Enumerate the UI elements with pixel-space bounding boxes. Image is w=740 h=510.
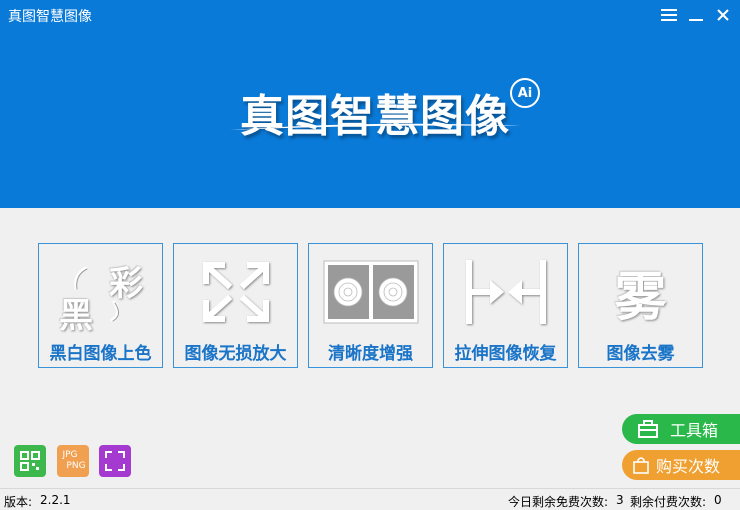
version-value: 2.2.1 bbox=[40, 493, 71, 507]
format-png-text: PNG bbox=[66, 461, 86, 471]
close-button[interactable] bbox=[710, 3, 736, 27]
version-label: 版本: bbox=[4, 495, 33, 509]
bag-icon bbox=[633, 457, 649, 474]
stretch-arrows-icon bbox=[444, 252, 567, 332]
buy-credits-button[interactable]: 购买次数 bbox=[622, 450, 740, 480]
paid-count-value: 0 bbox=[714, 493, 722, 507]
minimize-icon bbox=[689, 19, 703, 21]
status-bar: 版本: 2.2.1 今日剩余免费次数: 3 剩余付费次数: 0 bbox=[0, 488, 740, 510]
rose-compare-icon bbox=[309, 252, 432, 332]
feature-upscale-button[interactable]: 图像无损放大 bbox=[173, 243, 298, 368]
fog-icon: 雾 bbox=[579, 252, 702, 332]
fog-glyph: 雾 bbox=[614, 267, 667, 328]
format-jpg-text: JPG bbox=[62, 450, 78, 460]
qr-code-button[interactable] bbox=[14, 445, 46, 477]
colorize-glyph-a: 彩 bbox=[109, 264, 143, 304]
colorize-icon: 彩 黑 bbox=[39, 252, 162, 336]
toolbox-label: 工具箱 bbox=[670, 421, 719, 440]
crop-button[interactable] bbox=[99, 445, 131, 477]
toolbox-icon bbox=[638, 420, 658, 438]
free-count-label: 今日剩余免费次数: bbox=[508, 495, 609, 509]
app-logo: 真图智慧图像 Ai bbox=[228, 74, 548, 142]
feature-colorize-button[interactable]: 彩 黑 黑白图像上色 bbox=[38, 243, 163, 368]
header-banner: 真图智慧图像 真图智慧图像 Ai bbox=[0, 0, 740, 208]
format-convert-button[interactable]: JPG PNG bbox=[57, 445, 89, 477]
logo-text: 真图智慧图像 bbox=[240, 91, 510, 142]
feature-label: 图像无损放大 bbox=[184, 344, 287, 364]
toolbox-button[interactable]: 工具箱 bbox=[622, 414, 740, 444]
free-count-value: 3 bbox=[616, 493, 624, 507]
logo-ai-badge: Ai bbox=[510, 78, 540, 108]
feature-label: 黑白图像上色 bbox=[49, 344, 152, 364]
feature-label: 清晰度增强 bbox=[328, 344, 413, 364]
feature-label: 拉伸图像恢复 bbox=[454, 344, 557, 364]
feature-sharpen-button[interactable]: 清晰度增强 bbox=[308, 243, 433, 368]
feature-dehaze-button[interactable]: 雾 图像去雾 bbox=[578, 243, 703, 368]
close-icon bbox=[717, 9, 729, 21]
paid-count-label: 剩余付费次数: bbox=[630, 495, 707, 509]
format-convert-icon: JPG PNG bbox=[60, 450, 85, 472]
feature-label: 图像去雾 bbox=[606, 344, 675, 364]
feature-stretch-restore-button[interactable]: 拉伸图像恢复 bbox=[443, 243, 568, 368]
expand-arrows-icon bbox=[174, 252, 297, 332]
crop-icon bbox=[105, 451, 125, 471]
qr-code-icon bbox=[20, 451, 40, 471]
menu-button[interactable] bbox=[656, 3, 682, 27]
minimize-button[interactable] bbox=[683, 3, 709, 27]
menu-icon bbox=[661, 9, 677, 21]
logo-swoosh-icon bbox=[230, 123, 520, 130]
buy-credits-label: 购买次数 bbox=[656, 457, 721, 476]
app-title: 真图智慧图像 bbox=[8, 9, 92, 25]
colorize-glyph-b: 黑 bbox=[59, 296, 93, 336]
